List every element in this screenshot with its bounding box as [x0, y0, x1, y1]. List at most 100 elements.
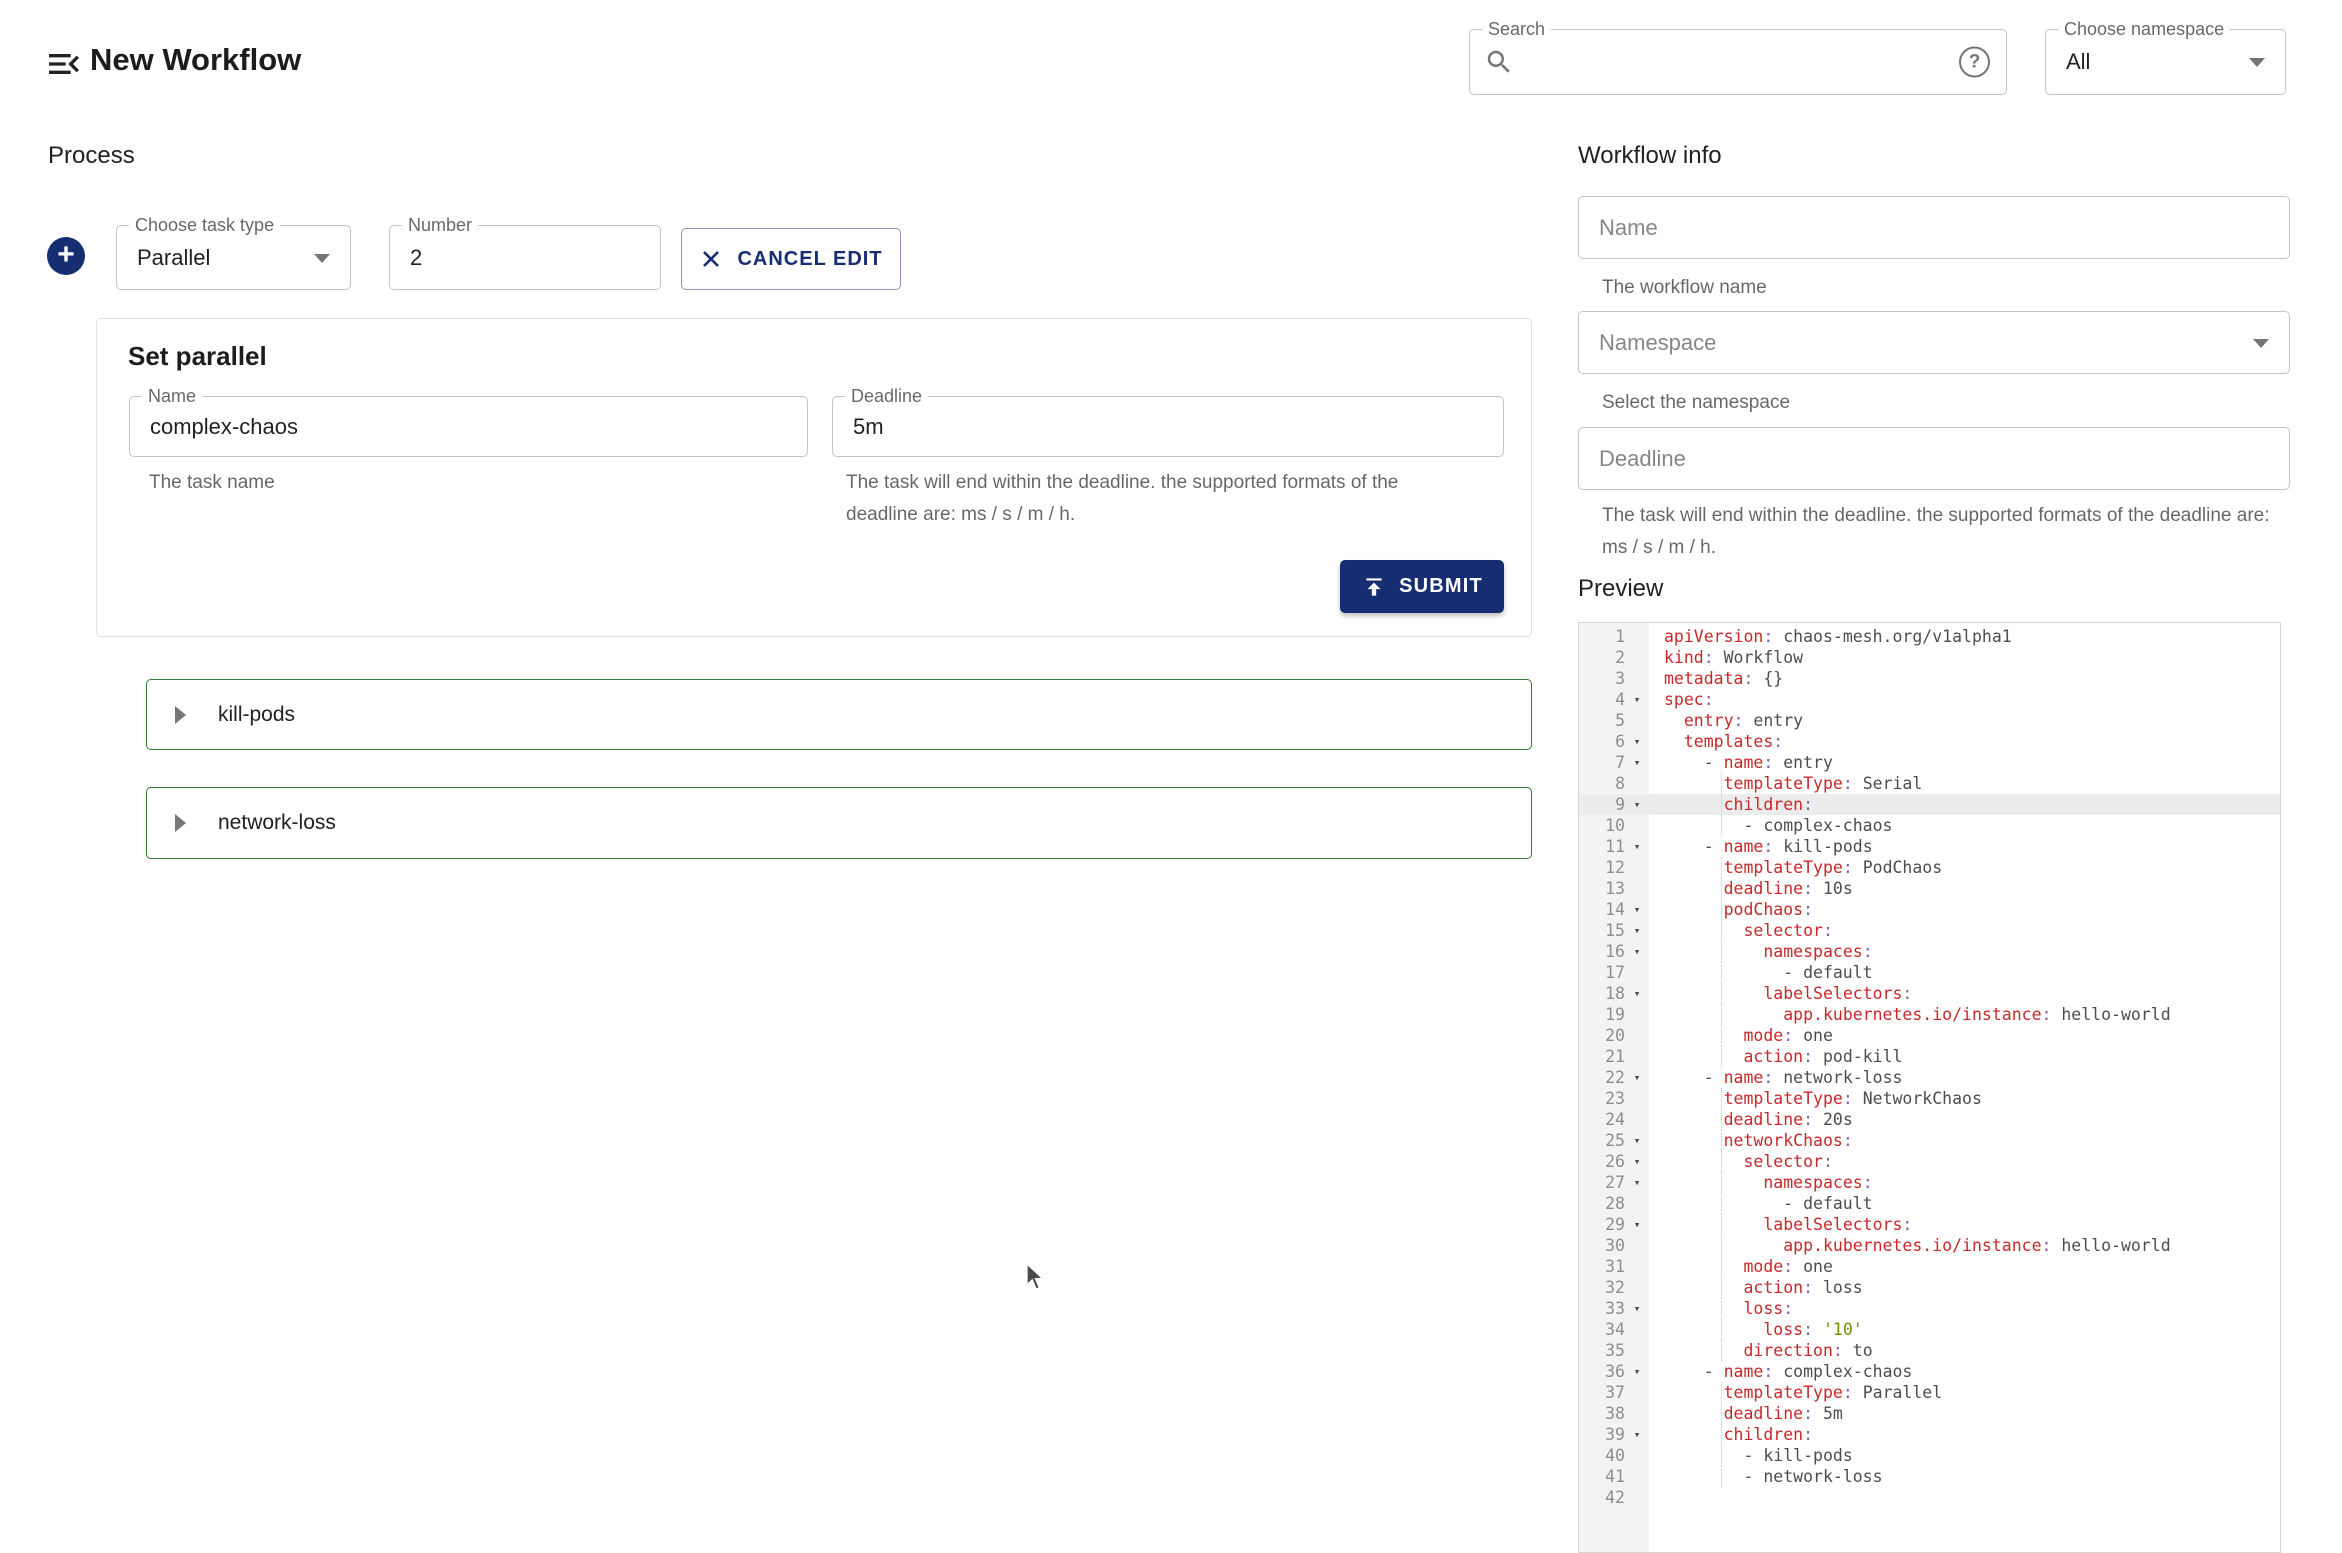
code-text: metadata: {}	[1664, 668, 1783, 689]
search-field[interactable]: Search ?	[1469, 29, 2007, 95]
cancel-edit-button[interactable]: CANCEL EDIT	[681, 228, 901, 290]
code-line[interactable]: 42	[1579, 1487, 2280, 1508]
task-panel-kill-pods[interactable]: kill-pods	[146, 679, 1532, 750]
yaml-preview-editor[interactable]: 1apiVersion: chaos-mesh.org/v1alpha12kin…	[1578, 622, 2281, 1553]
workflow-namespace-select[interactable]: Namespace	[1578, 311, 2290, 374]
fold-caret-icon[interactable]: ▾	[1625, 1151, 1649, 1172]
fold-caret-icon[interactable]: ▾	[1625, 983, 1649, 1004]
code-line[interactable]: 25▾ networkChaos:	[1579, 1130, 2280, 1151]
fold-caret-icon[interactable]: ▾	[1625, 920, 1649, 941]
code-line[interactable]: 4▾spec:	[1579, 689, 2280, 710]
code-line[interactable]: 13 deadline: 10s	[1579, 878, 2280, 899]
fold-caret-icon[interactable]: ▾	[1625, 941, 1649, 962]
close-icon	[699, 247, 723, 271]
fold-caret-icon[interactable]: ▾	[1625, 1214, 1649, 1235]
task-name-field[interactable]: Name complex-chaos	[129, 396, 808, 457]
fold-spacer	[1625, 1487, 1649, 1508]
code-line[interactable]: 31 mode: one	[1579, 1256, 2280, 1277]
code-line[interactable]: 32 action: loss	[1579, 1277, 2280, 1298]
fold-caret-icon[interactable]: ▾	[1625, 1361, 1649, 1382]
indent-guide	[1721, 1277, 1722, 1298]
code-line[interactable]: 6▾ templates:	[1579, 731, 2280, 752]
fold-caret-icon[interactable]: ▾	[1625, 731, 1649, 752]
code-token: - complex-chaos	[1664, 816, 1892, 835]
code-token	[1664, 1320, 1763, 1339]
fold-caret-icon[interactable]: ▾	[1625, 1172, 1649, 1193]
namespace-header-select[interactable]: Choose namespace All	[2045, 29, 2286, 95]
add-task-button[interactable]: +	[47, 237, 85, 275]
indent-guide	[1721, 1151, 1722, 1172]
code-line[interactable]: 34 loss: '10'	[1579, 1319, 2280, 1340]
code-line[interactable]: 15▾ selector:	[1579, 920, 2280, 941]
code-line[interactable]: 38 deadline: 5m	[1579, 1403, 2280, 1424]
fold-caret-icon[interactable]: ▾	[1625, 1298, 1649, 1319]
code-line[interactable]: 29▾ labelSelectors:	[1579, 1214, 2280, 1235]
indent-guide	[1721, 1382, 1722, 1403]
search-input[interactable]	[1526, 34, 1946, 90]
fold-caret-icon[interactable]: ▾	[1625, 752, 1649, 773]
fold-caret-icon[interactable]: ▾	[1625, 899, 1649, 920]
code-token	[1664, 1215, 1763, 1234]
code-line[interactable]: 35 direction: to	[1579, 1340, 2280, 1361]
fold-spacer	[1625, 773, 1649, 794]
code-line[interactable]: 19 app.kubernetes.io/instance: hello-wor…	[1579, 1004, 2280, 1025]
code-line[interactable]: 20 mode: one	[1579, 1025, 2280, 1046]
code-line[interactable]: 2kind: Workflow	[1579, 647, 2280, 668]
code-line[interactable]: 27▾ namespaces:	[1579, 1172, 2280, 1193]
code-line[interactable]: 5 entry: entry	[1579, 710, 2280, 731]
workflow-name-field[interactable]: Name	[1578, 196, 2290, 259]
fold-caret-icon[interactable]: ▾	[1625, 1067, 1649, 1088]
task-deadline-field[interactable]: Deadline 5m	[832, 396, 1504, 457]
number-field[interactable]: Number 2	[389, 225, 661, 290]
fold-caret-icon[interactable]: ▾	[1625, 689, 1649, 710]
code-text: - name: network-loss	[1664, 1067, 1902, 1088]
code-line[interactable]: 16▾ namespaces:	[1579, 941, 2280, 962]
workflow-deadline-field[interactable]: Deadline	[1578, 427, 2290, 490]
menu-open-icon[interactable]	[44, 44, 84, 84]
code-line[interactable]: 41 - network-loss	[1579, 1466, 2280, 1487]
code-line[interactable]: 22▾ - name: network-loss	[1579, 1067, 2280, 1088]
code-line[interactable]: 24 deadline: 20s	[1579, 1109, 2280, 1130]
code-line[interactable]: 17 - default	[1579, 962, 2280, 983]
code-line[interactable]: 26▾ selector:	[1579, 1151, 2280, 1172]
fold-spacer	[1625, 1466, 1649, 1487]
task-panel-network-loss[interactable]: network-loss	[146, 787, 1532, 859]
code-line[interactable]: 21 action: pod-kill	[1579, 1046, 2280, 1067]
code-line[interactable]: 39▾ children:	[1579, 1424, 2280, 1445]
code-token: :	[1902, 984, 1912, 1003]
code-line[interactable]: 8 templateType: Serial	[1579, 773, 2280, 794]
code-token	[1664, 942, 1763, 961]
code-line[interactable]: 28 - default	[1579, 1193, 2280, 1214]
fold-caret-icon[interactable]: ▾	[1625, 794, 1649, 815]
set-parallel-card: Set parallel Name complex-chaos The task…	[96, 318, 1532, 637]
fold-caret-icon[interactable]: ▾	[1625, 836, 1649, 857]
line-number: 32	[1579, 1277, 1625, 1298]
code-token: chaos-mesh.org/v1alpha1	[1773, 627, 2011, 646]
indent-guide	[1721, 1214, 1722, 1235]
code-line[interactable]: 7▾ - name: entry	[1579, 752, 2280, 773]
code-line[interactable]: 37 templateType: Parallel	[1579, 1382, 2280, 1403]
submit-button[interactable]: SUBMIT	[1340, 560, 1504, 613]
code-line[interactable]: 10 - complex-chaos	[1579, 815, 2280, 836]
code-line[interactable]: 3metadata: {}	[1579, 668, 2280, 689]
code-line[interactable]: 30 app.kubernetes.io/instance: hello-wor…	[1579, 1235, 2280, 1256]
code-token: :	[1823, 1152, 1833, 1171]
code-line[interactable]: 1apiVersion: chaos-mesh.org/v1alpha1	[1579, 626, 2280, 647]
code-line[interactable]: 23 templateType: NetworkChaos	[1579, 1088, 2280, 1109]
help-icon[interactable]: ?	[1959, 47, 1990, 78]
code-line[interactable]: 12 templateType: PodChaos	[1579, 857, 2280, 878]
indent-guide	[1721, 899, 1722, 920]
code-line[interactable]: 14▾ podChaos:	[1579, 899, 2280, 920]
task-type-select[interactable]: Choose task type Parallel	[116, 225, 351, 290]
code-line[interactable]: 9▾ children:	[1579, 794, 2280, 815]
code-line[interactable]: 33▾ loss:	[1579, 1298, 2280, 1319]
code-line[interactable]: 18▾ labelSelectors:	[1579, 983, 2280, 1004]
fold-spacer	[1625, 815, 1649, 836]
code-token: selector	[1743, 1152, 1822, 1171]
code-token: :	[1843, 858, 1853, 877]
code-line[interactable]: 11▾ - name: kill-pods	[1579, 836, 2280, 857]
code-line[interactable]: 40 - kill-pods	[1579, 1445, 2280, 1466]
code-line[interactable]: 36▾ - name: complex-chaos	[1579, 1361, 2280, 1382]
fold-caret-icon[interactable]: ▾	[1625, 1424, 1649, 1445]
fold-caret-icon[interactable]: ▾	[1625, 1130, 1649, 1151]
